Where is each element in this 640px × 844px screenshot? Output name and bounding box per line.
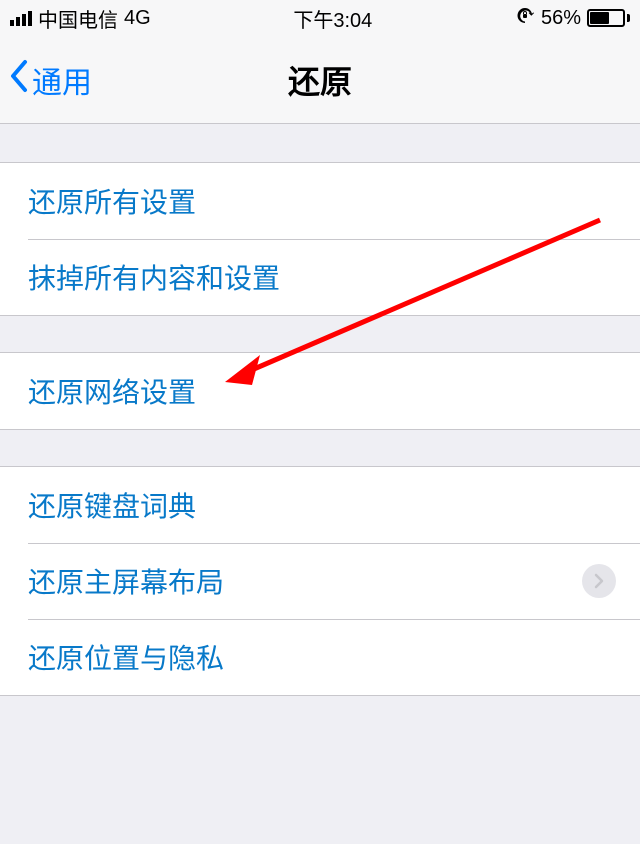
- signal-bars-icon: [10, 11, 32, 26]
- screen: 中国电信 4G 下午3:04 56% 通用 还原 还原所有设置: [0, 0, 640, 844]
- chevron-left-icon: [8, 58, 30, 102]
- status-right: 56%: [515, 6, 630, 31]
- reset-network-settings-row[interactable]: 还原网络设置: [0, 353, 640, 429]
- reset-all-settings-row[interactable]: 还原所有设置: [0, 163, 640, 239]
- status-time: 下午3:04: [293, 4, 372, 33]
- status-bar: 中国电信 4G 下午3:04 56%: [0, 0, 640, 36]
- nav-bar: 通用 还原: [0, 36, 640, 124]
- battery-icon: [587, 9, 630, 27]
- status-left: 中国电信 4G: [10, 4, 151, 33]
- reset-home-screen-layout-row[interactable]: 还原主屏幕布局: [0, 543, 640, 619]
- erase-all-content-row[interactable]: 抹掉所有内容和设置: [0, 239, 640, 315]
- page-title: 还原: [288, 57, 352, 103]
- settings-group-3: 还原键盘词典 还原主屏幕布局 还原位置与隐私: [0, 466, 640, 696]
- back-button[interactable]: 通用: [8, 36, 92, 123]
- orientation-lock-icon: [515, 6, 535, 31]
- reset-location-privacy-row[interactable]: 还原位置与隐私: [0, 619, 640, 695]
- carrier-label: 中国电信: [38, 4, 118, 33]
- row-label: 抹掉所有内容和设置: [28, 257, 280, 297]
- battery-pct: 56%: [541, 7, 581, 30]
- row-label: 还原网络设置: [28, 371, 196, 411]
- reset-keyboard-dictionary-row[interactable]: 还原键盘词典: [0, 467, 640, 543]
- row-label: 还原位置与隐私: [28, 637, 224, 677]
- settings-group-2: 还原网络设置: [0, 352, 640, 430]
- row-label: 还原主屏幕布局: [28, 561, 224, 601]
- settings-group-1: 还原所有设置 抹掉所有内容和设置: [0, 162, 640, 316]
- chevron-right-icon: [582, 564, 616, 598]
- row-label: 还原所有设置: [28, 181, 196, 221]
- back-label: 通用: [32, 58, 92, 102]
- network-label: 4G: [124, 7, 151, 30]
- row-label: 还原键盘词典: [28, 485, 196, 525]
